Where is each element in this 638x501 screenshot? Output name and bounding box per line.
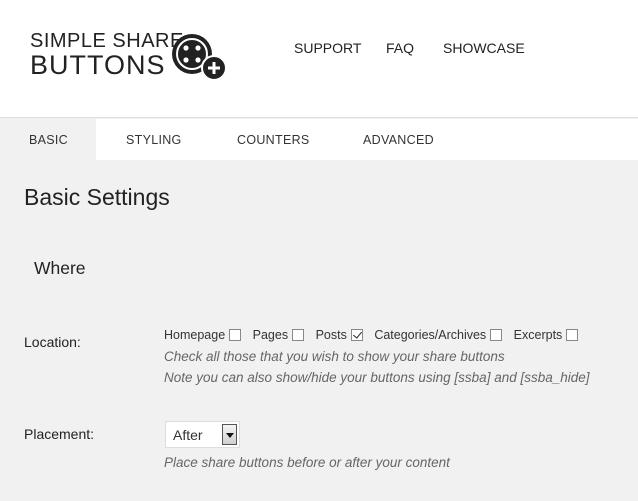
location-option-homepage[interactable]: Homepage (164, 328, 242, 342)
chevron-down-icon[interactable] (222, 424, 237, 445)
posts-checkbox[interactable] (350, 329, 363, 341)
page-title: Basic Settings (24, 184, 170, 210)
location-option-pages[interactable]: Pages (252, 328, 305, 342)
excerpts-checkbox[interactable] (566, 329, 579, 341)
section-title: Where (34, 258, 86, 278)
tab-advanced[interactable]: ADVANCED (363, 119, 434, 160)
settings-panel: Basic Settings Where Location: Homepage … (0, 160, 638, 501)
location-option-excerpts[interactable]: Excerpts (514, 328, 579, 342)
location-shortcode-hint: Note you can also show/hide your buttons… (164, 370, 590, 385)
location-hint: Check all those that you wish to show yo… (164, 349, 505, 364)
option-label: Categories/Archives (374, 328, 487, 342)
settings-tabs: BASIC STYLING COUNTERS ADVANCED (0, 119, 638, 160)
nav-support[interactable]: SUPPORT (294, 40, 361, 56)
nav-faq[interactable]: FAQ (386, 40, 414, 56)
option-label: Pages (252, 328, 289, 342)
share-button-logo-icon (172, 34, 227, 81)
pages-checkbox[interactable] (292, 329, 305, 341)
placement-value: After (173, 427, 203, 443)
placement-label: Placement: (24, 426, 95, 442)
header: SIMPLE SHARE BUTTONS SUPPORT FAQ SHOWCAS… (0, 0, 638, 118)
option-label: Excerpts (513, 328, 563, 342)
option-label: Posts (315, 328, 347, 342)
placement-select[interactable]: After (165, 421, 240, 448)
categories-checkbox[interactable] (490, 329, 503, 341)
brand-line2: BUTTONS (30, 50, 166, 80)
placement-hint: Place share buttons before or after your… (164, 455, 450, 470)
location-option-posts[interactable]: Posts (316, 328, 363, 342)
homepage-checkbox[interactable] (229, 329, 242, 341)
location-option-categories[interactable]: Categories/Archives (374, 328, 503, 342)
location-options: Homepage Pages Posts Categories/Archives… (164, 328, 586, 342)
option-label: Homepage (164, 328, 226, 342)
tab-counters[interactable]: COUNTERS (237, 119, 310, 160)
tab-styling[interactable]: STYLING (126, 119, 182, 160)
nav-showcase[interactable]: SHOWCASE (443, 40, 525, 56)
tab-basic[interactable]: BASIC (0, 119, 96, 160)
location-label: Location: (24, 334, 81, 350)
